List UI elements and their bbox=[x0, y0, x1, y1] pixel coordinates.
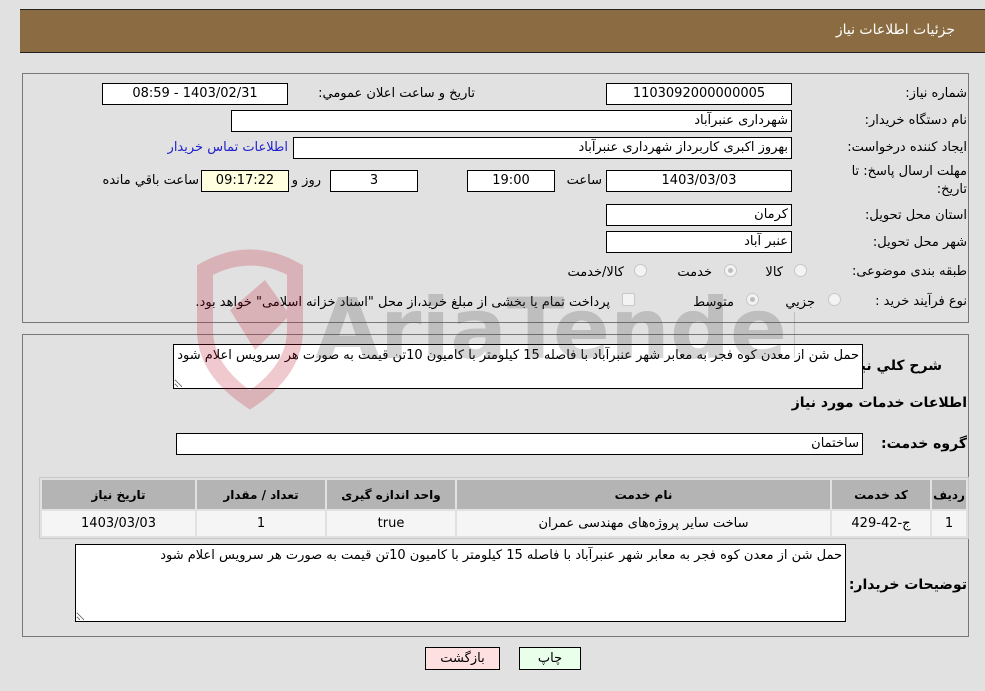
requester-label: ایجاد کننده درخواست: bbox=[847, 140, 967, 155]
col-service-code: کد خدمت bbox=[832, 480, 930, 509]
col-service-name: نام خدمت bbox=[457, 480, 830, 509]
process-type-label: نوع فرآیند خرید : bbox=[875, 294, 967, 309]
treasury-note: پرداخت تمام یا بخشی از مبلغ خرید،از محل … bbox=[195, 295, 610, 310]
deadline-label-line1: مهلت ارسال پاسخ: تا bbox=[851, 164, 967, 179]
category-option-goods-service: کالا/خدمت bbox=[567, 265, 624, 280]
category-radio-goods[interactable] bbox=[794, 264, 807, 277]
announce-datetime-field: 1403/02/31 - 08:59 bbox=[102, 83, 288, 105]
buyer-notes-textarea[interactable] bbox=[75, 544, 846, 622]
page-title: جزئیات اطلاعات نیاز bbox=[835, 22, 955, 38]
table-header-row: ردیف کد خدمت نام خدمت واحد اندازه گیری ت… bbox=[42, 480, 966, 509]
process-radio-minor[interactable] bbox=[828, 293, 841, 306]
service-group-field: ساختمان bbox=[176, 433, 863, 455]
cell-quantity: 1 bbox=[197, 511, 325, 536]
category-radio-goods-service[interactable] bbox=[634, 264, 647, 277]
col-quantity: تعداد / مقدار bbox=[197, 480, 325, 509]
process-radio-medium[interactable] bbox=[746, 293, 759, 306]
need-number-field: 1103092000000005 bbox=[606, 83, 792, 105]
requester-field: بهروز اکبری کاربرداز شهرداری عنبرآباد bbox=[293, 137, 792, 159]
cell-need-date: 1403/03/03 bbox=[42, 511, 195, 536]
time-remaining-field: 09:17:22 bbox=[201, 170, 289, 192]
deadline-label-line2: تاریخ: bbox=[936, 182, 967, 197]
need-number-label: شماره نیاز: bbox=[905, 86, 967, 101]
buyer-contact-link[interactable]: اطلاعات تماس خریدار bbox=[168, 140, 288, 155]
col-need-date: تاریخ نیاز bbox=[42, 480, 195, 509]
cell-row-number: 1 bbox=[932, 511, 966, 536]
service-group-label: گروه خدمت: bbox=[881, 436, 967, 452]
buyer-org-label: نام دستگاه خریدار: bbox=[864, 113, 967, 128]
page-header: جزئیات اطلاعات نیاز bbox=[20, 9, 985, 53]
col-row-number: ردیف bbox=[932, 480, 966, 509]
table-row: 1 ج-42-429 ساخت سایر پروژه‌های مهندسی عم… bbox=[42, 511, 966, 536]
deadline-time-label: ساعت bbox=[566, 173, 602, 188]
col-unit: واحد اندازه گیری bbox=[327, 480, 455, 509]
process-option-medium: متوسط bbox=[693, 295, 734, 310]
deadline-time-field: 19:00 bbox=[467, 170, 555, 192]
announce-datetime-label: تاریخ و ساعت اعلان عمومي: bbox=[318, 86, 475, 101]
province-label: استان محل تحویل: bbox=[865, 208, 967, 223]
treasury-checkbox[interactable] bbox=[622, 293, 635, 306]
description-textarea[interactable] bbox=[173, 344, 863, 389]
buyer-notes-label: توضیحات خریدار: bbox=[848, 577, 967, 593]
category-label: طبقه بندی موضوعی: bbox=[851, 264, 967, 279]
buyer-org-field: شهرداری عنبرآباد bbox=[231, 110, 792, 132]
category-radio-service[interactable] bbox=[724, 264, 737, 277]
services-table: ردیف کد خدمت نام خدمت واحد اندازه گیری ت… bbox=[39, 477, 969, 539]
city-label: شهر محل تحویل: bbox=[872, 235, 967, 250]
services-section-title: اطلاعات خدمات مورد نیاز bbox=[791, 395, 967, 411]
print-button[interactable]: چاپ bbox=[519, 647, 581, 670]
cell-service-code: ج-42-429 bbox=[832, 511, 930, 536]
back-button[interactable]: بازگشت bbox=[425, 647, 500, 670]
process-option-minor: جزيي bbox=[785, 295, 815, 310]
city-field: عنبر آباد bbox=[606, 231, 792, 253]
days-remaining-field: 3 bbox=[330, 170, 418, 192]
days-label: روز و bbox=[291, 173, 321, 188]
deadline-date-field: 1403/03/03 bbox=[606, 170, 792, 192]
cell-service-name: ساخت سایر پروژه‌های مهندسی عمران bbox=[457, 511, 830, 536]
province-field: کرمان bbox=[606, 204, 792, 226]
time-remaining-label: ساعت باقي مانده bbox=[102, 173, 199, 188]
cell-unit: true bbox=[327, 511, 455, 536]
category-option-goods: کالا bbox=[765, 265, 783, 280]
category-option-service: خدمت bbox=[677, 265, 712, 280]
